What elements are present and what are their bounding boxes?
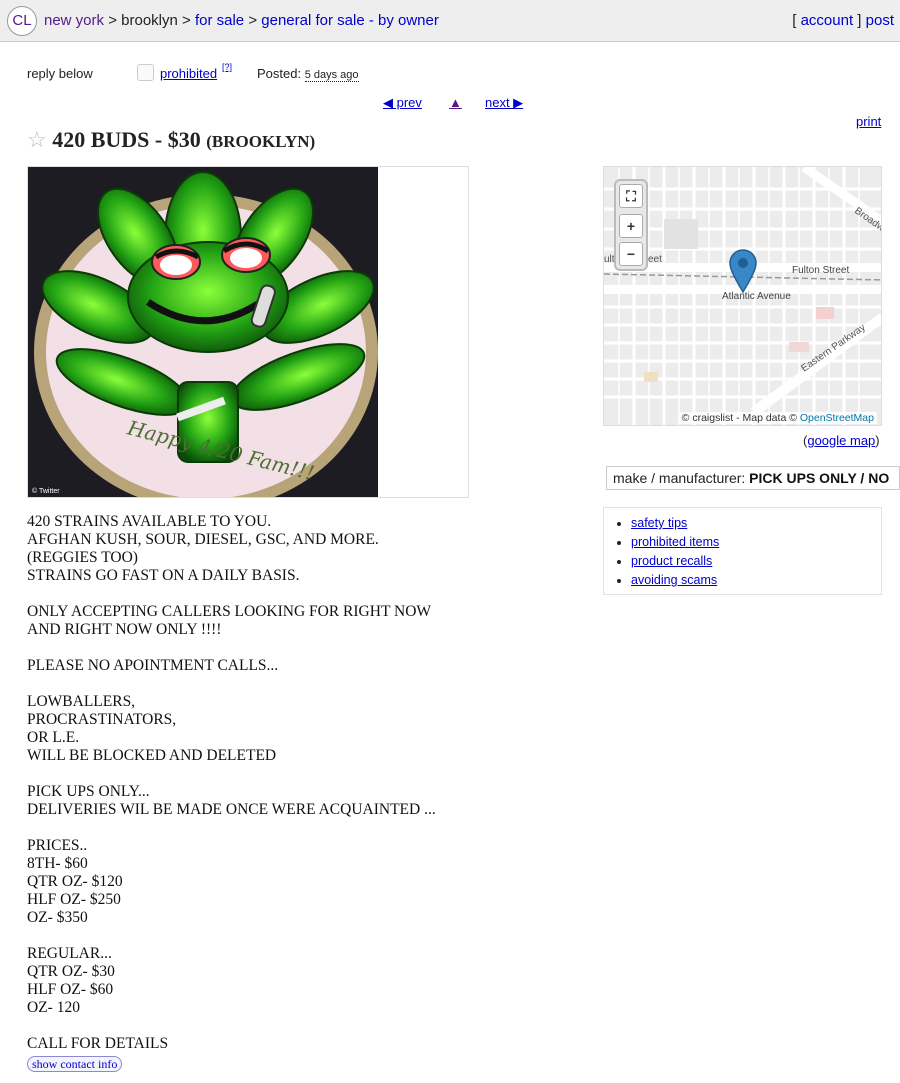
cake-image-icon: Happy 4/20 Fam!!! © Twitter bbox=[28, 167, 378, 497]
body-line: 8TH- $60 bbox=[27, 855, 88, 872]
prev-link[interactable]: ◀ prev bbox=[383, 95, 422, 111]
image-credit-text: © Twitter bbox=[32, 487, 60, 495]
account-link[interactable]: account bbox=[801, 12, 854, 29]
flag-checkbox[interactable] bbox=[137, 64, 154, 81]
up-link-icon[interactable]: ▲ bbox=[449, 95, 462, 110]
posted-date: Posted: 5 days ago bbox=[257, 66, 359, 82]
next-link[interactable]: next ▶ bbox=[485, 95, 523, 111]
post-link[interactable]: post bbox=[866, 12, 894, 29]
body-line: ONLY ACCEPTING CALLERS LOOKING FOR RIGHT… bbox=[27, 603, 432, 620]
body-line bbox=[27, 765, 527, 783]
body-line: HLF OZ- $250 bbox=[27, 891, 121, 908]
body-line: (REGGIES TOO) bbox=[27, 549, 138, 566]
street-label-atlantic: Atlantic Avenue bbox=[722, 291, 791, 302]
prohibited-flag-link[interactable]: prohibited bbox=[160, 66, 217, 81]
breadcrumb-general-for-sale[interactable]: general for sale - by owner bbox=[261, 12, 439, 29]
safety-tips-link[interactable]: safety tips bbox=[631, 516, 687, 530]
product-recalls-link[interactable]: product recalls bbox=[631, 554, 712, 568]
account-links: [ account ] post bbox=[792, 12, 894, 29]
body-line: QTR OZ- $120 bbox=[27, 873, 123, 890]
breadcrumb-for-sale[interactable]: for sale bbox=[195, 12, 244, 29]
location-map[interactable]: Fulton Street Atlantic Avenue Eastern Pa… bbox=[603, 166, 882, 426]
reply-below-text: reply below bbox=[27, 66, 93, 81]
body-line: PRICES.. bbox=[27, 837, 88, 854]
body-line: STRAINS GO FAST ON A DAILY BASIS. bbox=[27, 567, 300, 584]
google-map-link-wrapper: (google map) bbox=[803, 433, 880, 448]
prohibited-items-link[interactable]: prohibited items bbox=[631, 535, 719, 549]
body-line: AND RIGHT NOW ONLY !!!! bbox=[27, 621, 222, 638]
body-line bbox=[27, 585, 527, 603]
body-line: 420 STRAINS AVAILABLE TO YOU. bbox=[27, 513, 272, 530]
body-line bbox=[27, 819, 527, 837]
body-line: QTR OZ- $30 bbox=[27, 963, 115, 980]
attribute-make-manufacturer: make / manufacturer: PICK UPS ONLY / NO bbox=[606, 466, 900, 490]
body-line: AFGHAN KUSH, SOUR, DIESEL, GSC, AND MORE… bbox=[27, 531, 379, 548]
breadcrumb-brooklyn: brooklyn bbox=[121, 12, 178, 29]
body-line bbox=[27, 927, 527, 945]
craigslist-logo[interactable]: CL bbox=[7, 6, 37, 36]
body-line: OZ- $350 bbox=[27, 909, 88, 926]
openstreetmap-link[interactable]: OpenStreetMap bbox=[800, 412, 874, 424]
flag-help-link[interactable]: [?] bbox=[222, 62, 232, 72]
body-line: HLF OZ- $60 bbox=[27, 981, 114, 998]
posting-body: 420 STRAINS AVAILABLE TO YOU. AFGHAN KUSH… bbox=[27, 513, 527, 1053]
body-line bbox=[27, 1017, 527, 1035]
posting-image[interactable]: Happy 4/20 Fam!!! © Twitter bbox=[27, 166, 469, 498]
body-line: REGULAR... bbox=[27, 945, 112, 962]
show-contact-info-button[interactable]: show contact info bbox=[27, 1056, 123, 1072]
favorite-star-icon[interactable]: ☆ bbox=[27, 127, 47, 152]
posting-title: ☆ 420 BUDS - $30 (BROOKLYN) bbox=[27, 127, 315, 153]
body-line: LOWBALLERS, bbox=[27, 693, 136, 710]
breadcrumb-separator: > bbox=[108, 12, 117, 29]
attribute-label: make / manufacturer: bbox=[613, 470, 746, 486]
body-line: PICK UPS ONLY... bbox=[27, 783, 150, 800]
body-line: PROCRASTINATORS, bbox=[27, 711, 177, 728]
posted-label: Posted: bbox=[257, 66, 302, 81]
map-zoom-controls: ⛶ + − bbox=[614, 179, 648, 271]
posting-title-text: 420 BUDS - $30 bbox=[52, 127, 201, 152]
breadcrumb-separator: > bbox=[182, 12, 191, 29]
fullscreen-button-icon[interactable]: ⛶ bbox=[619, 184, 643, 208]
attribute-value: PICK UPS ONLY / NO bbox=[749, 470, 890, 486]
map-attribution: © craigslist - Map data © OpenStreetMap bbox=[678, 412, 877, 424]
breadcrumb: new york > brooklyn > for sale > general… bbox=[44, 12, 439, 29]
avoiding-scams-link[interactable]: avoiding scams bbox=[631, 573, 717, 587]
body-line: PLEASE NO APOINTMENT CALLS... bbox=[27, 657, 279, 674]
body-line: OR L.E. bbox=[27, 729, 80, 746]
breadcrumb-new-york[interactable]: new york bbox=[44, 12, 104, 29]
print-link[interactable]: print bbox=[856, 114, 881, 129]
body-line: WILL BE BLOCKED AND DELETED bbox=[27, 747, 277, 764]
street-label-fulton: Fulton Street bbox=[792, 265, 849, 276]
posting-location: (BROOKLYN) bbox=[206, 132, 316, 151]
body-line: CALL FOR DETAILS bbox=[27, 1035, 169, 1052]
zoom-out-button[interactable]: − bbox=[619, 242, 643, 266]
posted-time: 5 days ago bbox=[304, 69, 359, 82]
zoom-in-button[interactable]: + bbox=[619, 214, 643, 238]
safety-links-box: safety tips prohibited items product rec… bbox=[603, 507, 882, 595]
body-line: DELIVERIES WIL BE MADE ONCE WERE ACQUAIN… bbox=[27, 801, 436, 818]
street-label-street-partial: eet bbox=[648, 254, 662, 265]
google-map-link[interactable]: google map bbox=[807, 433, 875, 448]
map-attribution-text: © craigslist - Map data © bbox=[681, 412, 797, 424]
body-line: OZ- 120 bbox=[27, 999, 80, 1016]
header-bar: CL new york > brooklyn > for sale > gene… bbox=[0, 0, 900, 42]
body-line bbox=[27, 675, 527, 693]
body-line bbox=[27, 639, 527, 657]
breadcrumb-separator: > bbox=[248, 12, 258, 29]
